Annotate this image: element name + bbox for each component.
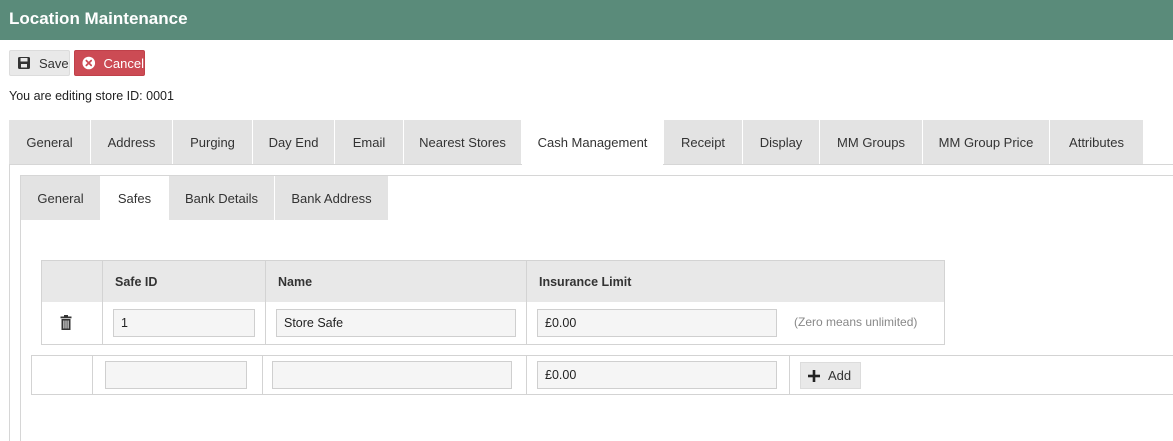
- tab-nearest-stores[interactable]: Nearest Stores: [404, 120, 521, 164]
- save-button-label: Save: [39, 55, 69, 71]
- column-divider: [526, 356, 527, 394]
- safe-id-field[interactable]: 1: [113, 309, 255, 337]
- tab-day-end[interactable]: Day End: [253, 120, 334, 164]
- tab-mm-groups[interactable]: MM Groups: [820, 120, 922, 164]
- column-header-insurance-limit: Insurance Limit: [539, 274, 632, 289]
- tab-address[interactable]: Address: [91, 120, 172, 164]
- new-safe-name-input[interactable]: [272, 361, 512, 389]
- floppy-disk-icon: [18, 57, 30, 69]
- trash-icon[interactable]: [60, 315, 72, 330]
- tab-mm-group-price[interactable]: MM Group Price: [923, 120, 1049, 164]
- column-header-name: Name: [278, 274, 313, 289]
- tab-cash-management[interactable]: Cash Management: [522, 120, 663, 165]
- tab-attributes[interactable]: Attributes: [1050, 120, 1143, 164]
- safe-name-field[interactable]: Store Safe: [276, 309, 516, 337]
- circle-x-icon: [82, 56, 96, 70]
- page-title: Location Maintenance: [9, 9, 188, 28]
- tab-purging[interactable]: Purging: [173, 120, 252, 164]
- tab-general[interactable]: General: [9, 120, 90, 164]
- tab-receipt[interactable]: Receipt: [664, 120, 742, 164]
- subtab-bank-details[interactable]: Bank Details: [169, 176, 274, 220]
- new-safe-id-input[interactable]: [105, 361, 247, 389]
- plus-icon: [808, 369, 820, 382]
- insurance-limit-field[interactable]: £0.00: [537, 309, 777, 337]
- column-header-safe-id: Safe ID: [115, 274, 158, 289]
- tab-email[interactable]: Email: [335, 120, 403, 164]
- page-header: Location Maintenance: [0, 0, 1173, 40]
- insurance-limit-hint: (Zero means unlimited): [794, 315, 918, 329]
- save-button[interactable]: Save: [9, 50, 70, 76]
- cancel-button[interactable]: Cancel: [74, 50, 145, 76]
- subtab-general[interactable]: General: [21, 176, 100, 220]
- subtab-safes[interactable]: Safes: [101, 176, 168, 220]
- add-button-label: Add: [828, 368, 852, 383]
- column-divider: [92, 356, 93, 394]
- new-insurance-limit-input[interactable]: £0.00: [537, 361, 777, 389]
- subtab-bank-address[interactable]: Bank Address: [275, 176, 388, 220]
- add-safe-button[interactable]: Add: [800, 362, 861, 389]
- tab-display[interactable]: Display: [743, 120, 819, 164]
- column-divider: [262, 356, 263, 394]
- column-divider: [789, 356, 790, 394]
- cancel-button-label: Cancel: [103, 55, 144, 71]
- editing-status-text: You are editing store ID: 0001: [9, 89, 174, 103]
